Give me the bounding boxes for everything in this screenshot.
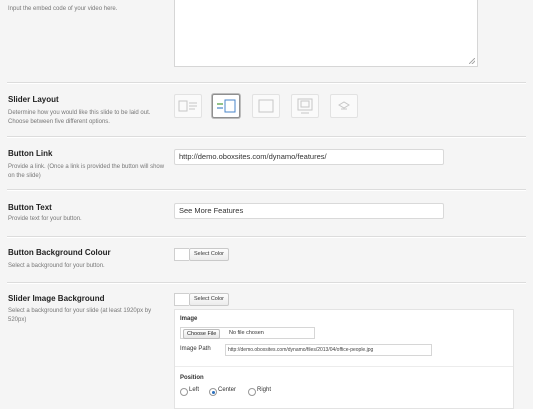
layout-option-banner[interactable]	[330, 94, 358, 118]
slider-layout-description: Determine how you would like this slide …	[8, 110, 151, 125]
separator	[7, 282, 526, 284]
position-center-label: Center	[218, 387, 237, 393]
separator	[7, 136, 526, 138]
position-right-label: Right	[257, 387, 272, 393]
button-link-description: Provide a link. (Once a link is provided…	[8, 164, 165, 179]
select-color-button[interactable]: Select Color	[189, 293, 229, 306]
position-heading: Position	[180, 375, 204, 381]
layout-option-full-image[interactable]	[252, 94, 280, 118]
button-text-description: Provide text for your button.	[8, 216, 82, 222]
layout-banner-icon	[338, 101, 350, 110]
button-bg-description: Select a background for your button.	[8, 263, 105, 269]
layout-full-image-icon	[258, 99, 274, 113]
slider-layout-title: Slider Layout	[8, 95, 59, 104]
embed-code-textarea[interactable]	[174, 0, 478, 67]
slider-image-bg-description: Select a background for your slide (at l…	[8, 308, 152, 323]
embed-description: Input the embed code of your video here.	[8, 6, 118, 12]
file-upload-field[interactable]: Choose File No file chosen	[180, 327, 315, 339]
separator	[7, 82, 526, 84]
layout-text-right-icon	[178, 100, 197, 112]
separator	[7, 189, 526, 191]
button-link-title: Button Link	[8, 149, 53, 158]
layout-text-left-icon	[217, 99, 236, 113]
slider-bg-color-picker[interactable]: Select Color	[174, 293, 230, 306]
image-path-label: Image Path	[180, 346, 211, 352]
image-heading: Image	[180, 316, 198, 322]
choose-file-button[interactable]: Choose File	[183, 329, 221, 339]
image-settings-panel: Image Choose File No file chosen Image P…	[174, 309, 514, 409]
layout-option-text-left[interactable]	[212, 94, 240, 118]
position-center-radio[interactable]	[209, 388, 217, 396]
position-left-label: Left	[189, 387, 200, 393]
layout-option-image-caption[interactable]	[291, 94, 319, 118]
image-path-input[interactable]: http://demo.oboxsites.com/dynamo/files/2…	[225, 344, 432, 356]
button-text-input[interactable]: See More Features	[174, 203, 444, 219]
slider-image-bg-title: Slider Image Background	[8, 294, 105, 303]
position-left-radio[interactable]	[180, 388, 188, 396]
layout-option-text-right[interactable]	[174, 94, 202, 118]
button-link-input[interactable]: http://demo.oboxsites.com/dynamo/feature…	[174, 149, 444, 165]
panel-divider	[175, 366, 513, 367]
button-bg-color-picker[interactable]: Select Color	[174, 248, 230, 261]
color-swatch[interactable]	[174, 293, 189, 306]
layout-image-caption-icon	[297, 98, 313, 114]
select-color-button[interactable]: Select Color	[189, 248, 229, 261]
no-file-chosen-text: No file chosen	[229, 330, 264, 336]
textarea-resize-handle[interactable]	[469, 58, 475, 64]
color-swatch[interactable]	[174, 248, 189, 261]
button-bg-title: Button Background Colour	[8, 248, 111, 257]
separator	[7, 236, 526, 238]
button-text-title: Button Text	[8, 203, 52, 212]
position-right-radio[interactable]	[248, 388, 256, 396]
